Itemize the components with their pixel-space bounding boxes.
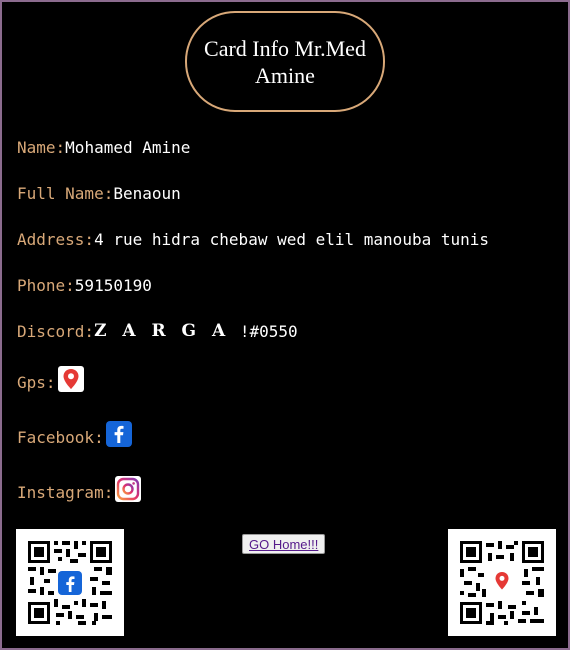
instagram-row: Instagram: — [17, 476, 142, 504]
discord-value: Z A R G A — [94, 321, 231, 341]
info-card: Card Info Mr.Med Amine Name: Mohamed Amin… — [0, 0, 570, 650]
phone-label: Phone: — [17, 276, 75, 295]
discord-label: Discord: — [17, 322, 95, 341]
gps-row: Gps: — [17, 366, 84, 394]
full-name-value: Benaoun — [113, 184, 181, 203]
instagram-icon[interactable] — [115, 476, 142, 502]
card-title: Card Info Mr.Med Amine — [185, 11, 385, 112]
address-row: Address: 4 rue hidra chebaw wed elil mano… — [17, 230, 489, 249]
name-row: Name: Mohamed Amine — [17, 138, 190, 157]
discord-tag: !#0550 — [239, 322, 298, 341]
name-label: Name: — [17, 138, 66, 157]
discord-row: Discord: Z A R G A !#0550 — [17, 321, 298, 341]
facebook-label: Facebook: — [17, 428, 104, 447]
phone-value: 59150190 — [74, 276, 152, 295]
gps-label: Gps: — [17, 373, 56, 392]
phone-row: Phone: 59150190 — [17, 276, 152, 295]
instagram-label: Instagram: — [17, 483, 114, 502]
address-label: Address: — [17, 230, 95, 249]
map-pin-qr-code — [448, 529, 556, 636]
full-name-label: Full Name: — [17, 184, 114, 203]
map-pin-icon[interactable] — [57, 366, 84, 392]
facebook-icon[interactable] — [105, 421, 132, 447]
facebook-qr-code — [16, 529, 124, 636]
name-value: Mohamed Amine — [65, 138, 191, 157]
address-value: 4 rue hidra chebaw wed elil manouba tuni… — [94, 230, 490, 249]
full-name-row: Full Name: Benaoun — [17, 184, 181, 203]
facebook-row: Facebook: — [17, 421, 132, 449]
go-home-button[interactable]: GO Home!!! — [242, 534, 326, 554]
